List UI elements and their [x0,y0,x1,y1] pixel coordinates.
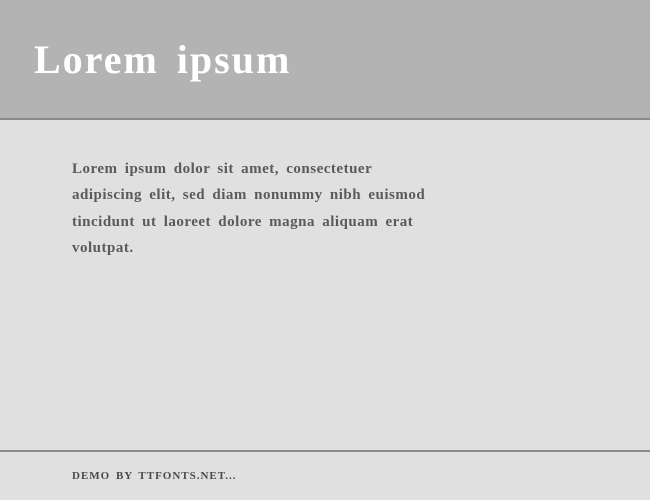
footer: DEMO BY TTFONTS.NET... [0,450,650,500]
content-area: Lorem ipsum dolor sit amet, consectetuer… [0,120,650,450]
page-title: Lorem ipsum [34,36,291,83]
footer-text: DEMO BY TTFONTS.NET... [72,470,237,482]
body-paragraph: Lorem ipsum dolor sit amet, consectetuer… [72,156,442,261]
header: Lorem ipsum [0,0,650,120]
